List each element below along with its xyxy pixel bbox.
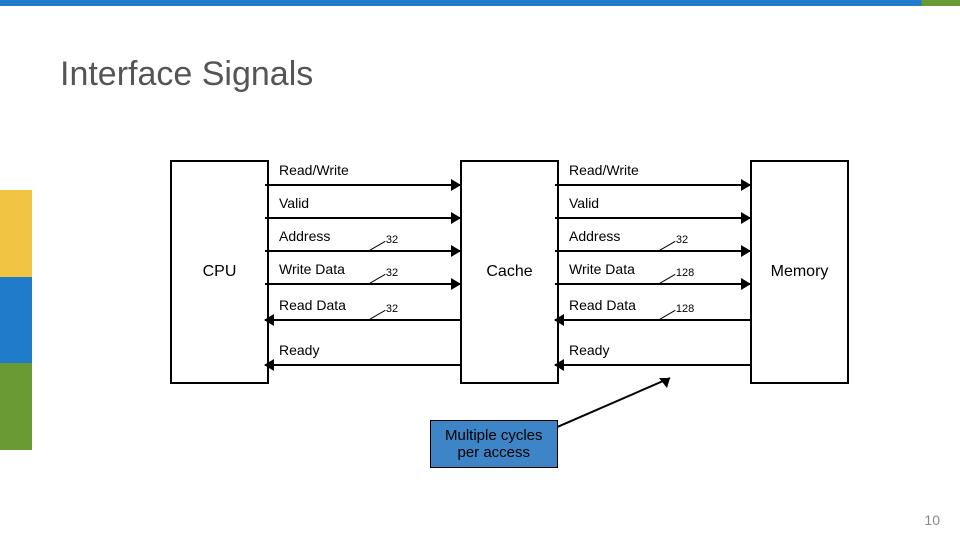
signal-write-data: Write Data 128 (555, 261, 750, 291)
signal-label: Address (569, 228, 620, 244)
bus-width-label: 32 (386, 267, 398, 279)
signal-read-write: Read/Write (555, 162, 750, 192)
arrow-right-icon (451, 245, 461, 257)
slide-top-edge (0, 0, 960, 6)
signal-label: Write Data (569, 261, 635, 277)
signal-label: Read Data (569, 297, 636, 313)
memory-block: Memory (750, 160, 849, 384)
note-box: Multiple cyclesper access (430, 420, 558, 468)
bus-width-label: 32 (386, 234, 398, 246)
arrow-left-icon (554, 314, 564, 326)
signal-label: Read/Write (279, 162, 349, 178)
bus-width-label: 32 (386, 303, 398, 315)
arrow-right-icon (741, 245, 751, 257)
signal-label: Read Data (279, 297, 346, 313)
signal-label: Ready (279, 342, 319, 358)
arrow-right-icon (741, 278, 751, 290)
signal-label: Read/Write (569, 162, 639, 178)
signal-valid: Valid (555, 195, 750, 225)
signal-label: Valid (279, 195, 309, 211)
signal-ready: Ready (555, 342, 750, 372)
bus-width-label: 128 (676, 267, 694, 279)
note-arrow (555, 373, 675, 428)
cache-block: Cache (460, 160, 559, 384)
signal-address: Address 32 (555, 228, 750, 258)
slide-side-stripe (0, 190, 32, 450)
arrow-right-icon (741, 179, 751, 191)
bus-width-label: 128 (676, 303, 694, 315)
page-number: 10 (924, 512, 940, 528)
cpu-block: CPU (170, 160, 269, 384)
signal-write-data: Write Data 32 (265, 261, 460, 291)
signal-label: Address (279, 228, 330, 244)
arrow-left-icon (264, 314, 274, 326)
signal-read-data: Read Data 32 (265, 297, 460, 327)
signal-label: Write Data (279, 261, 345, 277)
interface-diagram: CPU Cache Memory Read/Write Valid Address 3… (170, 150, 890, 400)
arrow-right-icon (451, 179, 461, 191)
signal-read-data: Read Data 128 (555, 297, 750, 327)
signal-ready: Ready (265, 342, 460, 372)
signal-label: Valid (569, 195, 599, 211)
signal-label: Ready (569, 342, 609, 358)
signal-address: Address 32 (265, 228, 460, 258)
arrow-right-icon (451, 212, 461, 224)
page-title: Interface Signals (60, 55, 313, 94)
arrow-left-icon (554, 359, 564, 371)
arrow-left-icon (264, 359, 274, 371)
signal-read-write: Read/Write (265, 162, 460, 192)
arrow-right-icon (451, 278, 461, 290)
arrow-right-icon (741, 212, 751, 224)
signal-valid: Valid (265, 195, 460, 225)
bus-width-label: 32 (676, 234, 688, 246)
